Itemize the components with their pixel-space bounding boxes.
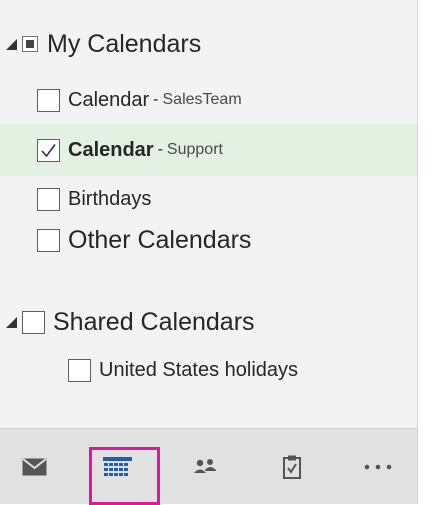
nav-mail-button[interactable] [2,429,66,505]
calendar-item-us-holidays[interactable]: United States holidays [0,353,417,387]
calendar-item-salesteam[interactable]: Calendar - SalesTeam [0,83,417,117]
nav-people-button[interactable] [173,429,237,505]
collapse-arrow-icon[interactable] [6,316,17,328]
calendar-checkbox-birthdays[interactable] [37,187,60,211]
calendar-item-account: SalesTeam [162,91,242,108]
calendar-checkbox-support[interactable] [37,138,60,162]
calendar-item-support[interactable]: Calendar - Support [0,124,417,176]
nav-more-button[interactable] [346,429,410,505]
group-checkbox-shared-calendars[interactable] [22,310,45,334]
calendar-checkbox-us-holidays[interactable] [68,358,91,382]
nav-tasks-button[interactable] [260,429,324,505]
navigation-bar [0,428,417,505]
group-checkbox-other-calendars[interactable] [37,228,60,252]
group-title-shared-calendars: Shared Calendars [53,307,255,336]
calendar-item-name: Calendar [68,88,150,111]
partial-check-icon [26,40,34,48]
calendar-icon [102,457,132,476]
folder-pane: My Calendars Calendar - SalesTeam Calend… [0,0,417,428]
mail-icon [21,458,47,476]
calendar-item-name: Birthdays [68,187,152,210]
calendar-item-separator: - [153,91,159,108]
calendar-item-name: Calendar [68,138,154,161]
checkmark-icon [41,143,56,157]
calendar-item-separator: - [157,141,163,158]
calendar-navigation-pane: My Calendars Calendar - SalesTeam Calend… [0,0,418,505]
calendar-item-account: Support [166,141,223,158]
people-icon [194,459,216,473]
calendar-item-name: United States holidays [99,358,299,381]
group-checkbox-my-calendars[interactable] [22,36,38,52]
nav-calendar-button[interactable] [85,429,160,505]
group-header-my-calendars[interactable]: My Calendars [0,26,417,62]
group-title-my-calendars: My Calendars [47,29,202,58]
group-header-shared-calendars[interactable]: Shared Calendars [0,302,417,342]
group-header-other-calendars[interactable]: Other Calendars [0,220,417,260]
calendar-checkbox-salesteam[interactable] [37,88,60,112]
tasks-icon [283,455,301,479]
group-title-other-calendars: Other Calendars [68,225,252,254]
collapse-arrow-icon[interactable] [6,38,17,50]
calendar-item-birthdays[interactable]: Birthdays [0,182,417,216]
more-icon [364,464,392,470]
